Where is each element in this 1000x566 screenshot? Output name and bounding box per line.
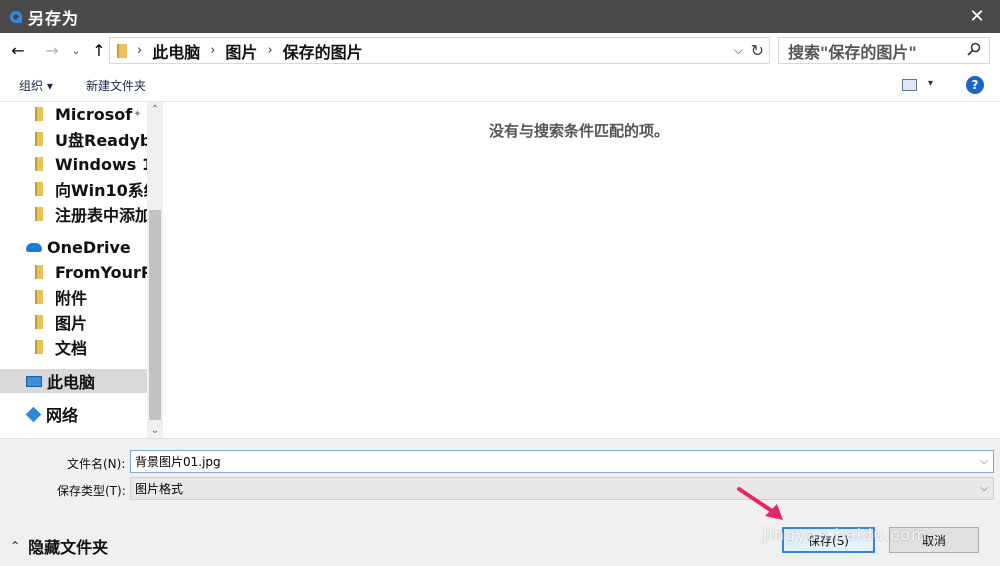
back-arrow-icon: ← bbox=[11, 40, 25, 60]
sidebar-item-label: U盘Readyb bbox=[55, 131, 147, 150]
title-bar: 另存为 ✕ bbox=[0, 0, 1000, 33]
sidebar-item-label: Windows 1 bbox=[55, 154, 147, 174]
sidebar-item-network[interactable]: 网络 bbox=[0, 402, 147, 426]
up-button[interactable]: ↑ bbox=[89, 39, 109, 61]
pointer-arrow-icon bbox=[737, 487, 783, 520]
empty-results-message: 没有与搜索条件匹配的项。 bbox=[488, 122, 669, 140]
address-bar[interactable]: › 此电脑 › 图片 › 保存的图片 ⌵ ↻ bbox=[109, 37, 770, 64]
filetype-value: 图片格式 bbox=[135, 482, 184, 496]
file-list-area[interactable]: 没有与搜索条件匹配的项。 bbox=[163, 102, 1000, 438]
folder-icon bbox=[35, 340, 43, 354]
computer-icon bbox=[26, 375, 42, 387]
view-options-icon[interactable] bbox=[902, 79, 917, 91]
folder-icon bbox=[35, 315, 43, 329]
chevron-down-icon[interactable]: ⌵ bbox=[980, 483, 988, 494]
hide-folders-toggle[interactable]: ⌃ 隐藏文件夹 bbox=[10, 534, 108, 558]
close-button[interactable]: ✕ bbox=[954, 0, 1000, 33]
address-dropdown-icon[interactable]: ⌵ bbox=[734, 43, 743, 58]
save-form: 文件名(N): 背景图片01.jpg ⌵ 保存类型(T): 图片格式 ⌵ ⌃ 隐… bbox=[0, 438, 1000, 566]
sidebar-item-win10-system[interactable]: 向Win10系统 bbox=[0, 177, 147, 201]
search-input[interactable]: 搜索"保存的图片" bbox=[778, 37, 990, 64]
sidebar-item-fromyourpc[interactable]: FromYourP bbox=[0, 260, 147, 284]
cancel-button[interactable]: 取消 bbox=[889, 527, 979, 553]
sidebar-item-usb-readyboost[interactable]: U盘Readyb bbox=[0, 127, 147, 151]
folder-icon bbox=[35, 107, 43, 121]
chevron-down-icon[interactable]: ⌵ bbox=[980, 456, 988, 467]
sidebar-item-this-pc[interactable]: 此电脑 bbox=[0, 369, 147, 393]
search-placeholder: 搜索"保存的图片" bbox=[788, 42, 917, 62]
breadcrumb-separator[interactable]: › bbox=[267, 43, 272, 58]
nav-scrollbar[interactable]: ⌃ ⌄ bbox=[147, 102, 163, 438]
sidebar-item-label: Microsof bbox=[55, 104, 133, 124]
chevron-down-icon: ⌄ bbox=[71, 43, 81, 57]
scroll-down-icon[interactable]: ⌄ bbox=[147, 425, 163, 436]
breadcrumb-pictures[interactable]: 图片 bbox=[225, 39, 257, 63]
breadcrumb-separator[interactable]: › bbox=[210, 43, 215, 58]
search-icon bbox=[967, 42, 981, 60]
view-dropdown-icon[interactable]: ▾ bbox=[928, 78, 933, 89]
forward-arrow-icon: → bbox=[45, 40, 59, 60]
help-icon[interactable]: ? bbox=[966, 76, 984, 94]
sidebar-item-registry[interactable]: 注册表中添加 bbox=[0, 202, 147, 226]
filetype-select[interactable]: 图片格式 ⌵ bbox=[130, 477, 994, 500]
refresh-icon[interactable]: ↻ bbox=[751, 41, 764, 60]
chevron-up-icon: ⌃ bbox=[10, 539, 21, 553]
breadcrumb-saved-pictures[interactable]: 保存的图片 bbox=[283, 39, 363, 63]
sidebar-item-attachments[interactable]: 附件 bbox=[0, 285, 147, 309]
sidebar-item-microsoft[interactable]: Microsof ✦ bbox=[0, 102, 147, 126]
filename-field[interactable]: 背景图片01.jpg ⌵ bbox=[130, 450, 994, 473]
window-title: 另存为 bbox=[28, 8, 80, 28]
folder-icon bbox=[35, 132, 43, 146]
sidebar-item-label: 向Win10系统 bbox=[55, 181, 147, 200]
sidebar-item-label: 网络 bbox=[46, 406, 79, 425]
cancel-button-label: 取消 bbox=[921, 533, 946, 548]
folder-icon bbox=[35, 157, 43, 171]
folder-icon bbox=[35, 290, 43, 304]
back-button[interactable]: ← bbox=[8, 39, 28, 61]
save-button[interactable]: 保存(S) bbox=[782, 527, 875, 553]
organize-menu[interactable]: 组织 ▾ bbox=[19, 77, 53, 94]
app-icon bbox=[9, 10, 23, 24]
folder-icon bbox=[35, 207, 43, 221]
network-icon bbox=[25, 406, 42, 422]
filetype-label: 保存类型(T): bbox=[57, 484, 126, 498]
save-button-label: 保存(S) bbox=[808, 533, 849, 548]
sidebar-item-label: 图片 bbox=[55, 314, 88, 333]
navigation-pane: Microsof ✦ U盘Readyb Windows 1 向Win10系统 注… bbox=[0, 102, 163, 438]
onedrive-cloud-icon bbox=[26, 242, 42, 252]
filename-value: 背景图片01.jpg bbox=[135, 455, 221, 469]
hide-folders-label: 隐藏文件夹 bbox=[28, 538, 109, 557]
recent-locations-button[interactable]: ⌄ bbox=[66, 39, 86, 61]
new-folder-button[interactable]: 新建文件夹 bbox=[86, 77, 146, 94]
sidebar-item-windows[interactable]: Windows 1 bbox=[0, 152, 147, 176]
breadcrumb-this-pc[interactable]: 此电脑 bbox=[152, 39, 200, 63]
sidebar-item-label: 此电脑 bbox=[47, 373, 96, 392]
folder-icon bbox=[35, 182, 43, 196]
sidebar-item-onedrive[interactable]: OneDrive bbox=[0, 235, 147, 259]
sidebar-item-label: 注册表中添加 bbox=[55, 206, 147, 225]
up-arrow-icon: ↑ bbox=[92, 40, 106, 60]
filename-label: 文件名(N): bbox=[67, 457, 126, 471]
sidebar-item-label: FromYourP bbox=[55, 262, 147, 282]
sidebar-item-label: OneDrive bbox=[47, 237, 131, 257]
sidebar-item-documents[interactable]: 文档 bbox=[0, 335, 147, 359]
toolbar: 组织 ▾ 新建文件夹 ▾ ? bbox=[0, 68, 1000, 102]
folder-icon bbox=[117, 43, 127, 58]
scroll-up-icon[interactable]: ⌃ bbox=[147, 104, 163, 115]
close-icon: ✕ bbox=[969, 6, 985, 27]
forward-button[interactable]: → bbox=[42, 39, 62, 61]
pin-icon: ✦ bbox=[133, 108, 142, 120]
folder-icon bbox=[35, 265, 43, 279]
sidebar-item-label: 附件 bbox=[55, 289, 88, 308]
address-row: ← → ⌄ ↑ › 此电脑 › 图片 › 保存的图片 ⌵ ↻ 搜索"保存的图片" bbox=[0, 33, 1000, 68]
sidebar-item-pictures[interactable]: 图片 bbox=[0, 310, 147, 334]
scroll-thumb[interactable] bbox=[149, 210, 161, 420]
sidebar-item-label: 文档 bbox=[55, 339, 88, 358]
breadcrumb-separator[interactable]: › bbox=[137, 43, 142, 58]
